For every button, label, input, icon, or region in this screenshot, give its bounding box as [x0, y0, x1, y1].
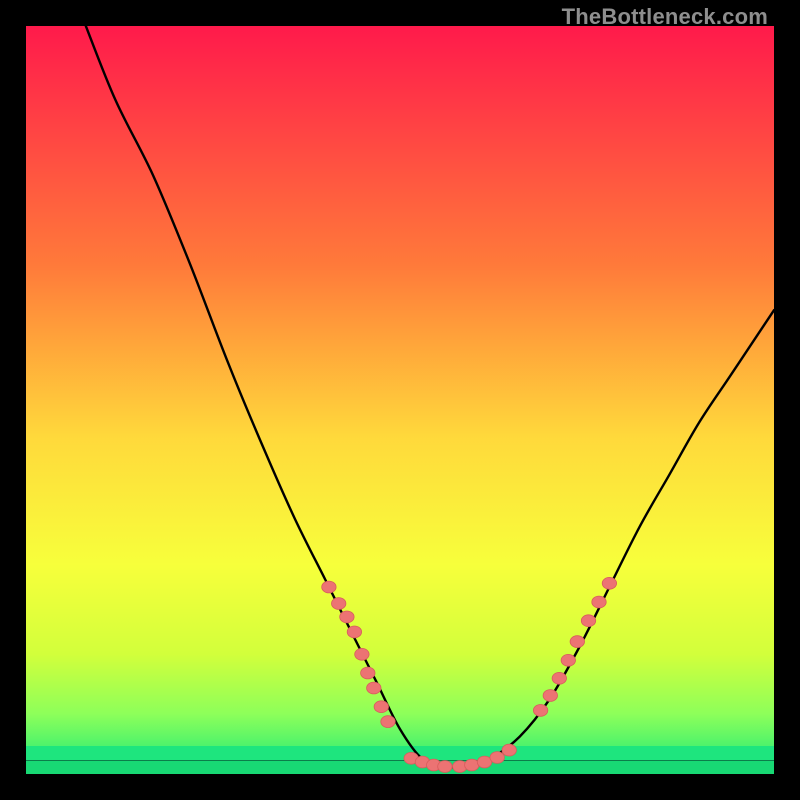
green-band — [26, 746, 774, 760]
curve-marker — [322, 581, 336, 593]
curve-marker — [570, 636, 584, 648]
dark-green-band — [26, 760, 774, 761]
curve-marker — [490, 752, 504, 764]
curve-marker — [332, 598, 346, 610]
green-band-bottom — [26, 761, 774, 774]
curve-marker — [477, 756, 491, 768]
chart-frame — [26, 26, 774, 774]
curve-marker — [502, 744, 516, 756]
curve-marker — [367, 682, 381, 694]
curve-marker — [592, 596, 606, 608]
curve-marker — [533, 705, 547, 717]
curve-marker — [438, 761, 452, 773]
curve-marker — [561, 654, 575, 666]
chart-svg — [26, 26, 774, 774]
curve-marker — [552, 672, 566, 684]
curve-marker — [602, 577, 616, 589]
watermark-text: TheBottleneck.com — [562, 4, 768, 30]
curve-marker — [543, 690, 557, 702]
curve-marker — [355, 648, 369, 660]
curve-marker — [347, 626, 361, 638]
curve-marker — [581, 615, 595, 627]
curve-marker — [381, 716, 395, 728]
curve-marker — [340, 611, 354, 623]
curve-marker — [361, 667, 375, 679]
curve-marker — [374, 701, 388, 713]
gradient-background — [26, 26, 774, 774]
curve-marker — [465, 759, 479, 771]
